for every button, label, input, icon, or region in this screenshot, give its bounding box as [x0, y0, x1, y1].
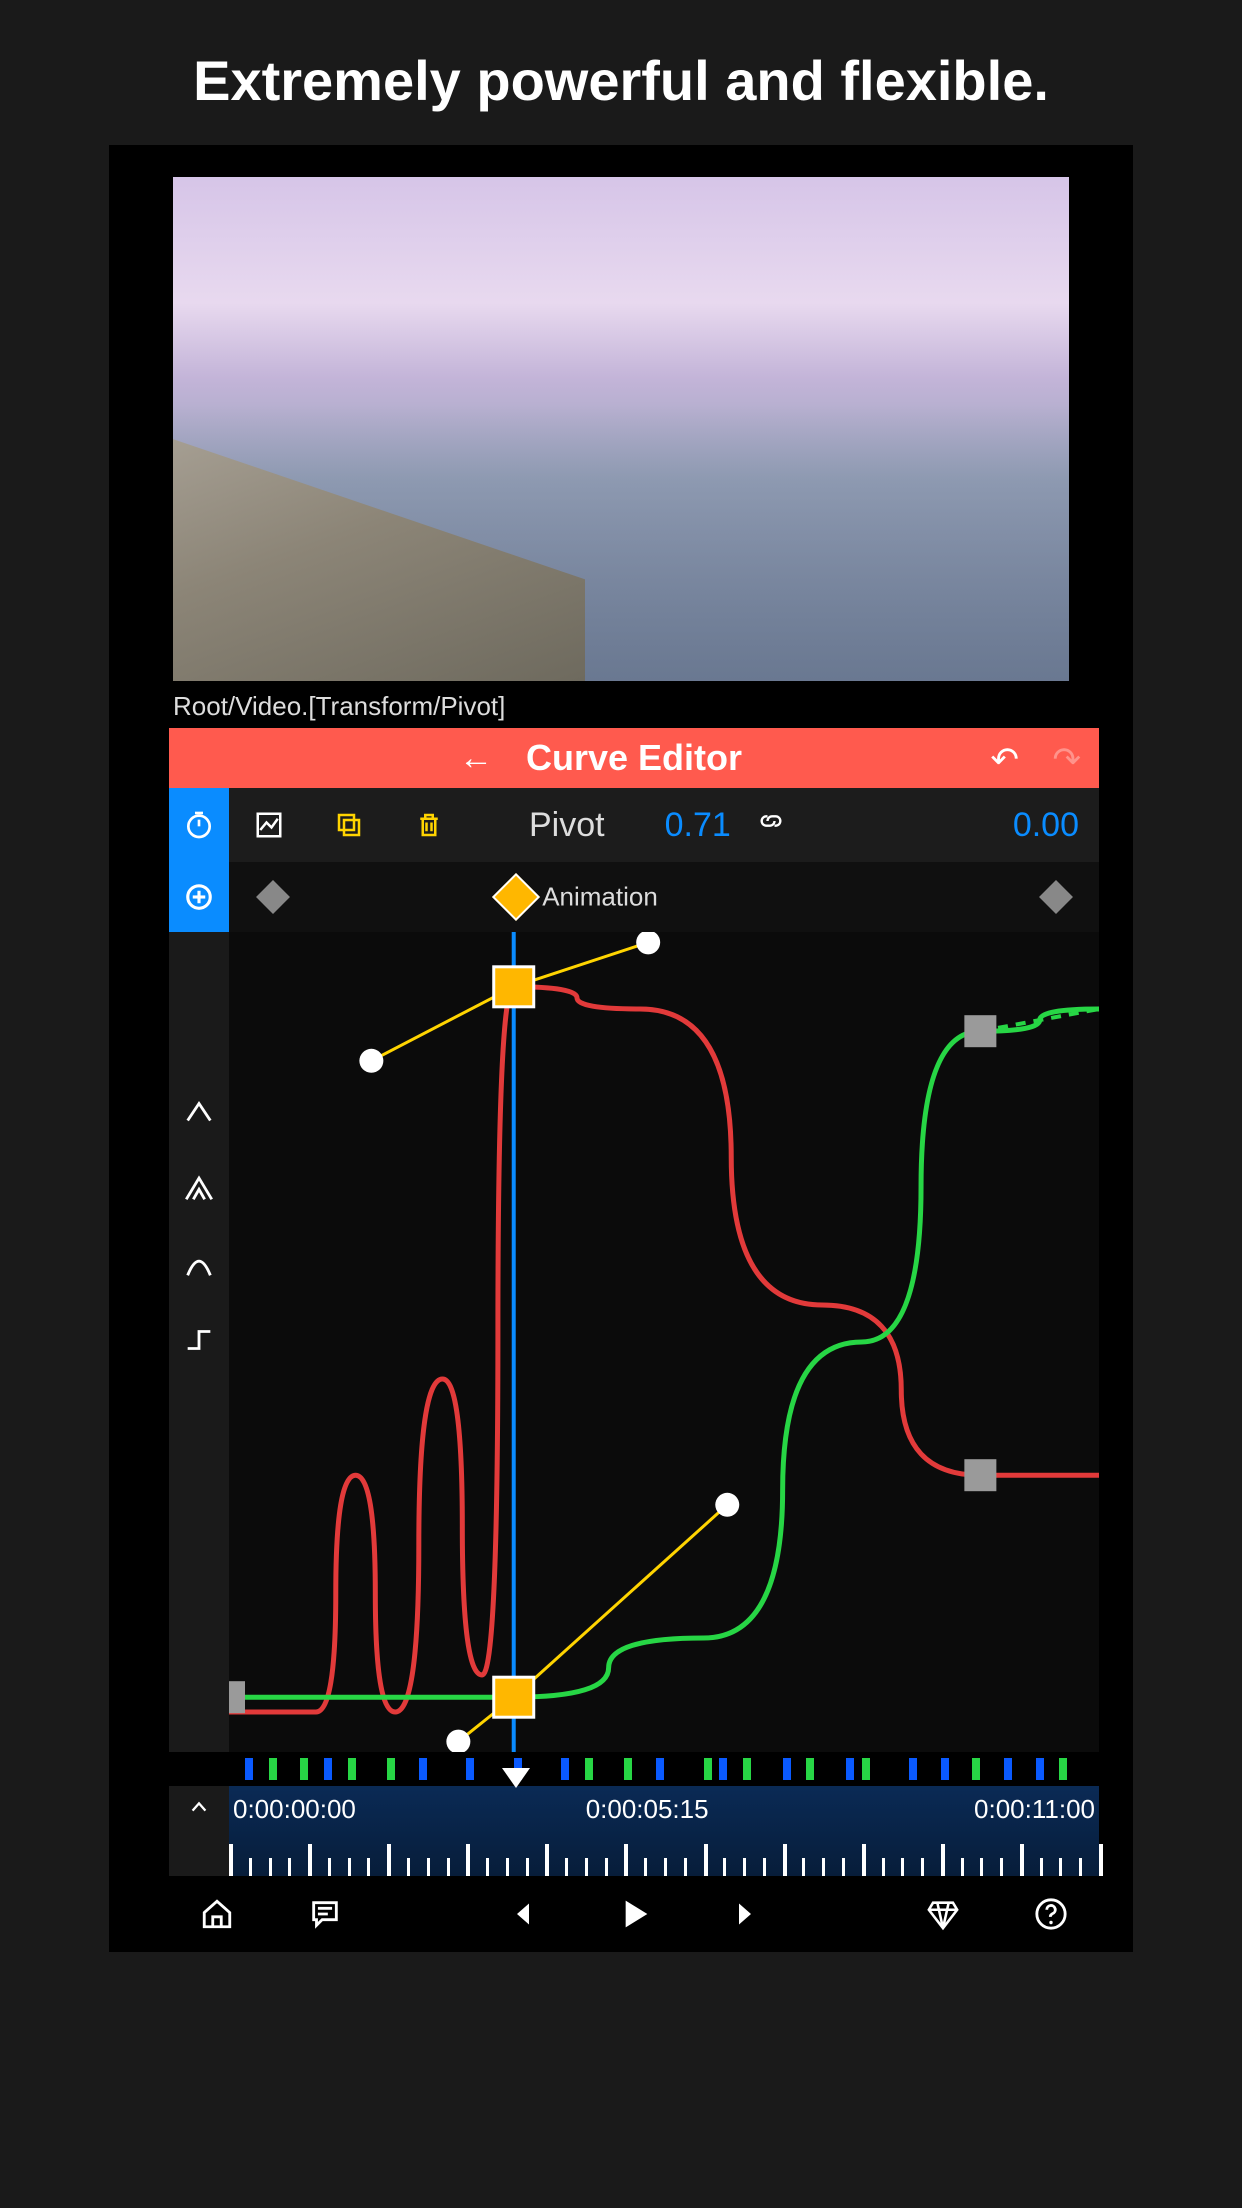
step-forward-icon [724, 1896, 760, 1932]
easing-buttons [169, 932, 229, 1752]
graph-icon [254, 810, 284, 840]
curve-canvas[interactable] [229, 932, 1099, 1752]
trash-icon [414, 810, 444, 840]
marker-strip[interactable] [229, 1752, 1099, 1786]
panel-title: Curve Editor [526, 737, 742, 779]
step-back-icon [508, 1896, 544, 1932]
caret-up-icon [182, 1095, 216, 1129]
property-label: Pivot [529, 806, 605, 845]
graph-view-button[interactable] [229, 788, 309, 862]
collapse-toggle[interactable] [169, 1786, 229, 1876]
ease-step-button[interactable] [179, 1320, 219, 1360]
keyframe-strip: Animation [169, 862, 1099, 932]
link-icon[interactable] [757, 807, 785, 843]
time-ruler: 0:00:00:00 0:00:05:15 0:00:11:00 [169, 1786, 1099, 1876]
back-arrow-icon[interactable]: ← [459, 739, 493, 778]
diamond-icon [926, 1897, 960, 1931]
timer-mode-button[interactable] [169, 788, 229, 862]
redo-icon[interactable]: ↷ [1053, 740, 1082, 780]
curve-graph [169, 932, 1099, 1752]
play-icon [614, 1894, 654, 1934]
stopwatch-icon [183, 809, 215, 841]
curve-editor-panel: ← Curve Editor ↶ ↷ [169, 728, 1099, 1876]
play-button[interactable] [604, 1884, 664, 1944]
copy-button[interactable] [309, 788, 389, 862]
property-value-y[interactable]: 0.00 [1013, 806, 1079, 845]
help-button[interactable] [1021, 1884, 1081, 1944]
timecode-start: 0:00:00:00 [233, 1794, 356, 1825]
comments-button[interactable] [295, 1884, 355, 1944]
promo-headline: Extremely powerful and flexible. [0, 0, 1242, 145]
chevron-up-icon [188, 1796, 210, 1818]
keyframe-marker[interactable] [492, 873, 540, 921]
premium-button[interactable] [913, 1884, 973, 1944]
chat-icon [308, 1897, 342, 1931]
breadcrumb: Root/Video.[Transform/Pivot] [109, 681, 1133, 728]
toolbar: Pivot 0.71 0.00 [169, 788, 1099, 862]
device-frame: Root/Video.[Transform/Pivot] ← Curve Edi… [109, 145, 1133, 1952]
keyframe-track[interactable]: Animation [229, 862, 1099, 932]
video-preview[interactable] [173, 177, 1069, 681]
ease-smooth-button[interactable] [179, 1244, 219, 1284]
timecode-mid: 0:00:05:15 [586, 1794, 709, 1825]
copy-icon [334, 810, 364, 840]
home-button[interactable] [187, 1884, 247, 1944]
delete-button[interactable] [389, 788, 469, 862]
playhead-indicator[interactable] [502, 1768, 530, 1788]
undo-icon[interactable]: ↶ [991, 740, 1020, 780]
ruler-body[interactable]: 0:00:00:00 0:00:05:15 0:00:11:00 [229, 1786, 1099, 1876]
help-icon [1034, 1897, 1068, 1931]
home-icon [200, 1897, 234, 1931]
timecode-end: 0:00:11:00 [974, 1794, 1095, 1825]
step-forward-button[interactable] [712, 1884, 772, 1944]
titlebar: ← Curve Editor ↶ ↷ [169, 728, 1099, 788]
step-back-button[interactable] [496, 1884, 556, 1944]
ease-linear-button[interactable] [179, 1092, 219, 1132]
property-value-x[interactable]: 0.71 [665, 806, 731, 845]
keyframe-label: Animation [542, 882, 658, 913]
peak-icon [182, 1171, 216, 1205]
keyframe-marker[interactable] [1039, 880, 1073, 914]
ease-peak-button[interactable] [179, 1168, 219, 1208]
arch-icon [182, 1247, 216, 1281]
transport-bar [169, 1876, 1099, 1952]
add-keyframe-button[interactable] [169, 862, 229, 932]
plus-circle-icon [184, 882, 214, 912]
step-icon [182, 1323, 216, 1357]
keyframe-marker[interactable] [256, 880, 290, 914]
